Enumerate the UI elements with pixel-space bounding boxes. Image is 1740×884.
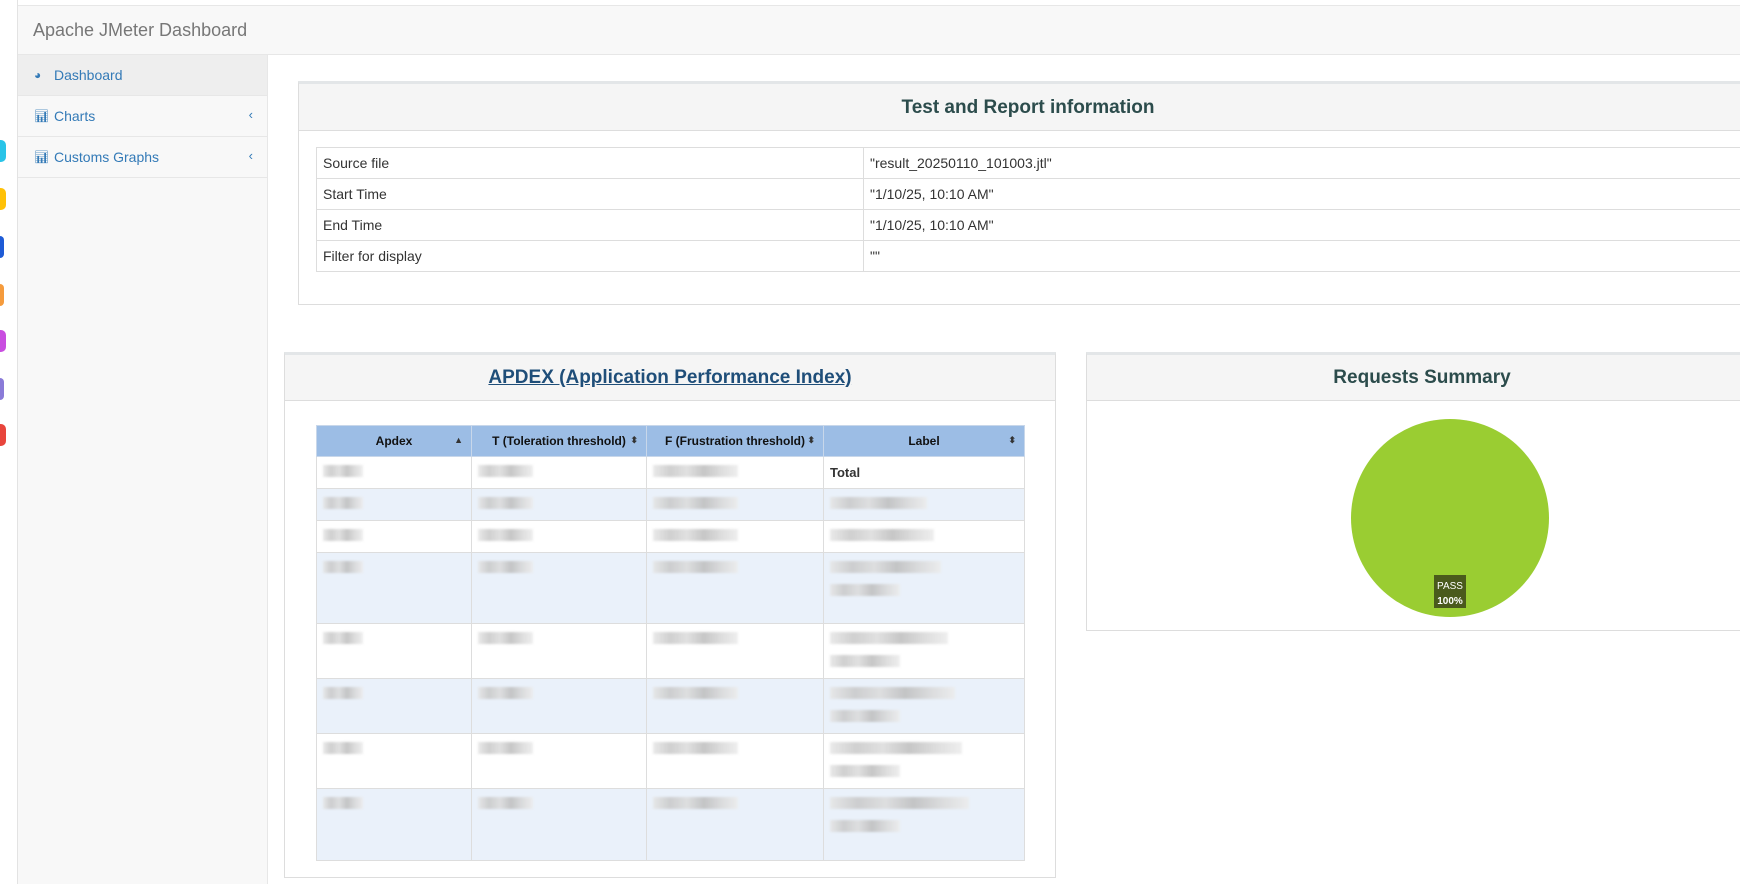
total-label: Total [830,465,861,480]
panel-title: Requests Summary [1087,355,1740,401]
obscured-value [653,529,738,541]
table-row [316,733,1025,789]
obscured-value [653,632,738,644]
requests-summary-pie: PASS 100% [1351,419,1549,617]
test-report-panel: Test and Report information Source file "… [298,81,1740,305]
panel-title: Test and Report information [299,84,1740,131]
info-label: Start Time [316,178,864,210]
obscured-value [323,797,363,809]
app-icon[interactable] [0,330,6,352]
obscured-value [478,465,533,477]
sidebar-item-charts[interactable]: 📊︎ Charts ‹ [18,96,267,137]
table-row: Total [316,456,1025,489]
app-title[interactable]: Apache JMeter Dashboard [33,20,247,41]
info-label: Filter for display [316,240,864,272]
app-icon[interactable] [0,140,6,162]
obscured-value [830,797,969,809]
sidebar-item-label: Dashboard [54,67,123,83]
obscured-value [653,465,738,477]
obscured-value [478,561,533,573]
sort-icon: ⬍ [1008,435,1016,445]
top-navbar: Apache JMeter Dashboard [18,5,1740,55]
pie-label: PASS [1437,581,1463,592]
apdex-table: Apdex ▲ T (Toleration threshold) ⬍ F (Frus… [316,425,1025,861]
sidebar-item-label: Customs Graphs [54,149,160,165]
table-row: End Time "1/10/25, 10:10 AM" [316,209,1740,241]
sidebar: ◕ Dashboard 📊︎ Charts ‹ 📊︎ Customs Graph… [18,55,268,884]
obscured-value [830,710,900,722]
app-icon[interactable] [0,236,4,258]
sort-asc-icon: ▲ [454,435,463,445]
obscured-value [830,742,962,754]
app-icon[interactable] [0,284,4,306]
obscured-value [323,529,363,541]
taskbar-strip [0,0,18,884]
obscured-value [830,529,934,541]
obscured-value [830,632,948,644]
obscured-value [323,561,363,573]
obscured-value [323,497,363,509]
obscured-value [478,497,533,509]
table-row: Start Time "1/10/25, 10:10 AM" [316,178,1740,210]
table-row: Source file "result_20250110_101003.jtl" [316,147,1740,179]
obscured-value [653,497,738,509]
obscured-value [653,687,738,699]
column-header-apdex[interactable]: Apdex ▲ [316,425,472,457]
apdex-panel: APDEX (Application Performance Index) Ap… [284,352,1056,878]
obscured-value [478,529,533,541]
apdex-title-link[interactable]: APDEX (Application Performance Index) [488,367,851,388]
bar-chart-icon: 📊︎ [34,150,50,164]
sidebar-item-label: Charts [54,108,96,124]
column-header-t[interactable]: T (Toleration threshold) ⬍ [471,425,647,457]
sort-icon: ⬍ [630,435,638,445]
app-icon[interactable] [0,188,6,210]
obscured-value [323,687,363,699]
app-icon[interactable] [0,378,4,400]
obscured-value [323,742,363,754]
obscured-value [478,687,533,699]
info-label: Source file [316,147,864,179]
table-row [316,623,1025,679]
table-row [316,678,1025,734]
info-value: "1/10/25, 10:10 AM" [863,209,1740,241]
obscured-value [830,584,900,596]
table-row [316,488,1025,521]
obscured-value [830,561,941,573]
obscured-value [653,742,738,754]
obscured-value [830,497,927,509]
dashboard-icon: ◕ [34,68,42,82]
table-row: Filter for display "" [316,240,1740,272]
table-row [316,788,1025,861]
obscured-value [830,820,900,832]
pie-percent-label: 100% [1437,596,1463,607]
bar-chart-icon: 📊︎ [34,109,50,123]
table-row [316,552,1025,624]
obscured-value [830,765,900,777]
chevron-left-icon: ‹ [248,107,253,122]
obscured-value [653,561,738,573]
column-header-label[interactable]: Label ⬍ [823,425,1025,457]
info-value: "1/10/25, 10:10 AM" [863,178,1740,210]
obscured-value [478,632,533,644]
app-icon[interactable] [0,424,6,446]
test-info-table: Source file "result_20250110_101003.jtl" S… [316,147,1740,272]
sidebar-item-dashboard[interactable]: ◕ Dashboard [18,55,267,96]
obscured-value [478,797,533,809]
chevron-left-icon: ‹ [248,148,253,163]
obscured-value [478,742,533,754]
sort-icon: ⬍ [807,435,815,445]
obscured-value [830,687,955,699]
info-label: End Time [316,209,864,241]
info-value: "" [863,240,1740,272]
obscured-value [323,632,363,644]
obscured-value [653,797,738,809]
obscured-value [323,465,363,477]
sidebar-item-customs-graphs[interactable]: 📊︎ Customs Graphs ‹ [18,137,267,178]
table-row [316,520,1025,553]
column-header-f[interactable]: F (Frustration threshold) ⬍ [646,425,824,457]
requests-summary-panel: Requests Summary PASS 100% [1086,352,1740,631]
obscured-value [830,655,900,667]
info-value: "result_20250110_101003.jtl" [863,147,1740,179]
